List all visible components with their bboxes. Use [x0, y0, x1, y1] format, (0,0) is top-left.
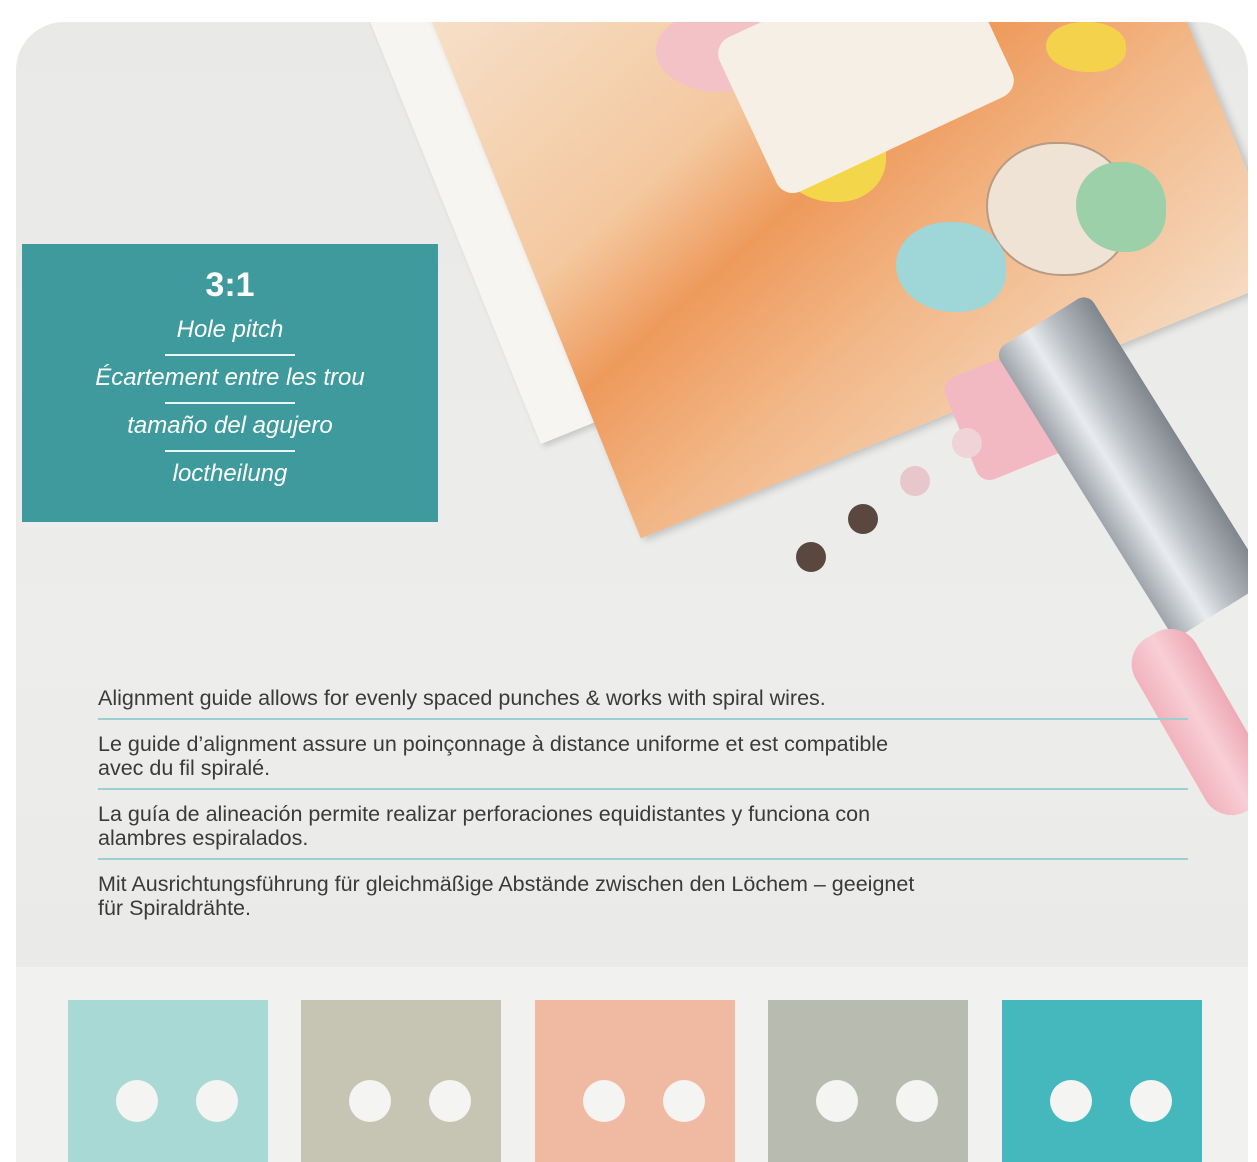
punch-tool-body — [994, 292, 1248, 640]
hole-pitch-label-en: Hole pitch — [176, 316, 284, 343]
decor-flower-yellow — [1046, 22, 1126, 72]
paper-swatch — [535, 1000, 735, 1162]
punched-hole — [900, 466, 930, 496]
swatch-hole — [196, 1080, 238, 1122]
hole-pitch-label-es: tamaño del agujero — [22, 402, 438, 450]
paper-swatch — [768, 1000, 968, 1162]
swatch-hole — [1130, 1080, 1172, 1122]
swatch-hole — [1050, 1080, 1092, 1122]
description-es: La guía de alineación permite realizar p… — [98, 796, 1188, 860]
packaging-card: 3:1 Hole pitch Écartement entre les trou… — [16, 22, 1248, 1162]
hole-pitch-label-fr: Écartement entre les trou — [22, 354, 438, 402]
description-fr: Le guide d’alignment assure un poinçonna… — [98, 726, 1188, 790]
hole-pitch-label-de: loctheilung — [22, 450, 438, 498]
paper-swatch — [68, 1000, 268, 1162]
decor-shell-teal — [896, 222, 1006, 312]
paper-swatch — [1002, 1000, 1202, 1162]
hole-pitch-info-box: 3:1 Hole pitch Écartement entre les trou… — [22, 244, 438, 522]
swatch-hole — [116, 1080, 158, 1122]
punched-hole — [952, 428, 982, 458]
description-en: Alignment guide allows for evenly spaced… — [98, 680, 1188, 720]
swatch-hole — [896, 1080, 938, 1122]
punched-hole — [796, 542, 826, 572]
feature-description: Alignment guide allows for evenly spaced… — [98, 680, 1188, 934]
punched-hole — [848, 504, 878, 534]
swatch-hole — [349, 1080, 391, 1122]
swatch-hole — [663, 1080, 705, 1122]
swatch-hole — [816, 1080, 858, 1122]
decor-leaf-green — [1076, 162, 1166, 252]
swatch-hole — [583, 1080, 625, 1122]
description-de: Mit Ausrichtungsführung für gleichmäßige… — [98, 872, 915, 920]
hole-pitch-ratio: 3:1 — [205, 266, 255, 304]
paper-swatch — [301, 1000, 501, 1162]
swatch-hole — [429, 1080, 471, 1122]
